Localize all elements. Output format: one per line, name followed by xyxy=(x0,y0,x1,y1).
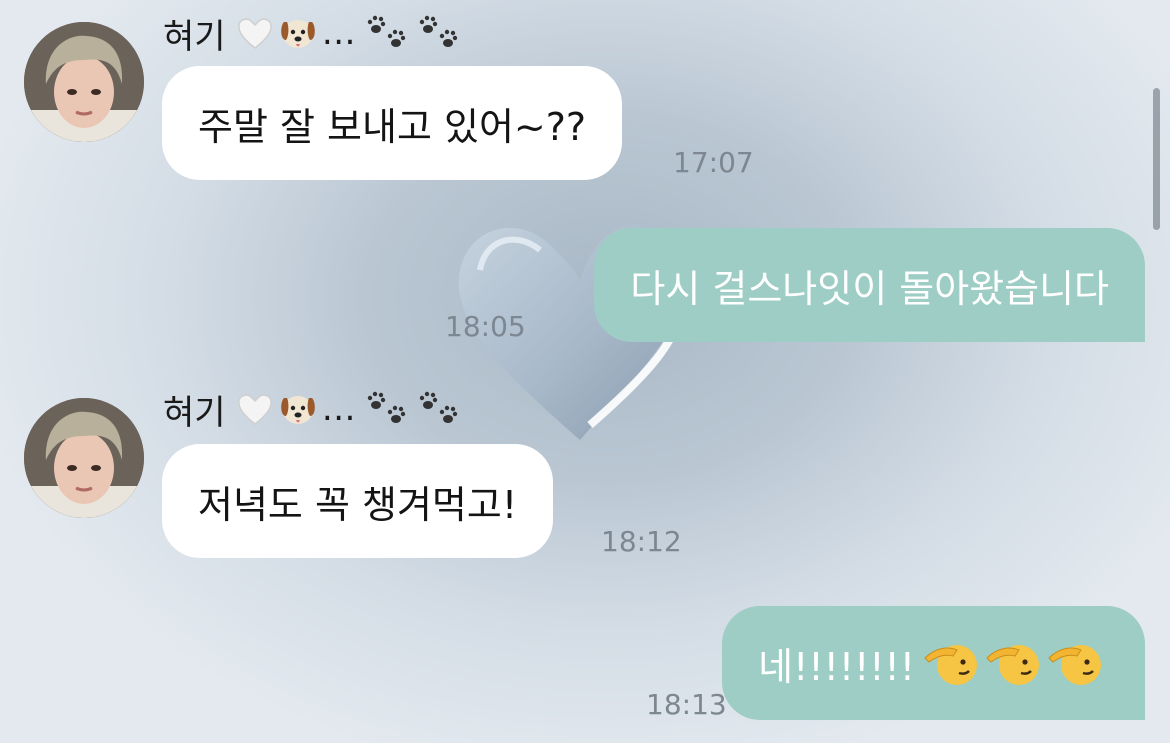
dog-face-icon xyxy=(280,396,315,424)
paw-prints-icon xyxy=(419,391,457,423)
incoming-message-bubble[interactable]: 주말 잘 보내고 있어~?? xyxy=(162,66,623,180)
sender-name-row: 혀기 … xyxy=(163,8,464,58)
message-time: 18:05 xyxy=(445,310,526,343)
paw-prints-icon xyxy=(419,15,457,47)
ellipsis-text: … xyxy=(321,389,356,429)
sender-avatar[interactable] xyxy=(24,22,144,142)
saluting-face-icon xyxy=(1048,645,1101,685)
message-text: 저녁도 꼭 챙겨먹고! xyxy=(198,482,518,527)
message-time: 18:12 xyxy=(601,525,682,558)
sender-name: 혀기 xyxy=(163,392,226,433)
outgoing-message-bubble[interactable]: 다시 걸스나잇이 돌아왔습니다 xyxy=(594,228,1145,342)
incoming-message-bubble[interactable]: 저녁도 꼭 챙겨먹고! xyxy=(162,444,554,558)
avatar-photo xyxy=(24,22,144,142)
sender-name-row: 혀기 … xyxy=(163,384,464,434)
outgoing-message-bubble[interactable]: 네!!!!!!!! xyxy=(722,606,1145,720)
chat-scrollbar[interactable] xyxy=(1153,88,1160,230)
message-text: 주말 잘 보내고 있어~?? xyxy=(198,104,587,149)
paw-prints-icon xyxy=(367,15,405,47)
white-heart-icon xyxy=(237,394,272,425)
paw-prints-icon xyxy=(367,391,405,423)
saluting-face-icon xyxy=(986,645,1039,685)
message-time: 18:13 xyxy=(646,688,727,721)
sender-name: 혀기 xyxy=(163,16,226,57)
message-text: 다시 걸스나잇이 돌아왔습니다 xyxy=(630,266,1109,311)
avatar-photo xyxy=(24,398,144,518)
white-heart-icon xyxy=(237,18,272,49)
ellipsis-text: … xyxy=(321,13,356,53)
dog-face-icon xyxy=(280,20,315,48)
message-text: 네!!!!!!!! xyxy=(758,644,915,689)
message-time: 17:07 xyxy=(673,146,754,179)
sender-avatar[interactable] xyxy=(24,398,144,518)
saluting-face-icon xyxy=(924,645,977,685)
